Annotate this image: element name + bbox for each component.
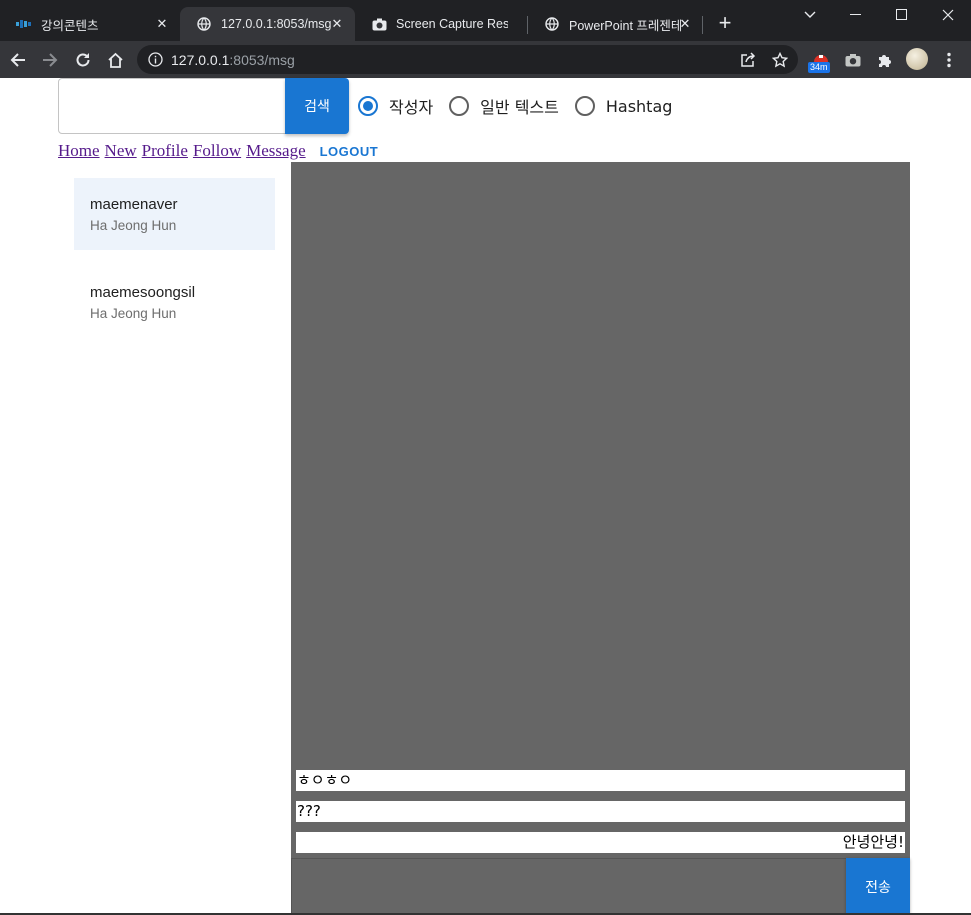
nav-link-follow[interactable]: Follow xyxy=(193,141,241,161)
search-input[interactable] xyxy=(58,78,286,134)
minimize-icon[interactable] xyxy=(833,0,879,30)
conversation-display-name: Ha Jeong Hun xyxy=(90,306,177,321)
extension-badge: 34m xyxy=(808,62,830,73)
tab-title: 127.0.0.1:8053/msg xyxy=(221,17,332,31)
close-icon[interactable]: ✕ xyxy=(677,16,693,32)
radio-checked-icon[interactable] xyxy=(358,96,378,116)
search-type-radio-group: 작성자 일반 텍스트 Hashtag xyxy=(358,94,688,118)
conversation-display-name: Ha Jeong Hun xyxy=(90,218,177,233)
tab-title: PowerPoint 프레젠테 xyxy=(569,18,681,33)
forward-icon[interactable] xyxy=(37,47,63,73)
menu-dots-icon[interactable] xyxy=(938,49,960,71)
search-button[interactable]: 검색 xyxy=(285,78,349,134)
globe-icon xyxy=(196,16,212,32)
conversation-item[interactable]: maemenaver Ha Jeong Hun xyxy=(74,178,275,250)
radio-plain-text[interactable]: 일반 텍스트 xyxy=(449,94,559,118)
chat-panel: ㅎㅇㅎㅇ ??? 안녕안녕! 전송 xyxy=(291,162,910,915)
info-icon[interactable] xyxy=(148,52,163,67)
tab-title: 강의콘텐츠 xyxy=(41,18,99,33)
radio-label: 작성자 xyxy=(389,98,434,117)
globe-icon xyxy=(544,16,560,32)
url-text: 127.0.0.1:8053/msg xyxy=(171,52,295,68)
home-icon[interactable] xyxy=(102,47,128,73)
tab-divider xyxy=(702,16,703,34)
conversation-item[interactable]: maemesoongsil Ha Jeong Hun xyxy=(74,266,275,338)
back-icon[interactable] xyxy=(5,47,31,73)
url-path: :8053/msg xyxy=(229,52,295,68)
radio-unchecked-icon[interactable] xyxy=(574,96,595,116)
new-tab-button[interactable]: + xyxy=(713,12,737,36)
site-favicon xyxy=(16,16,32,32)
conversation-username: maemenaver xyxy=(90,196,178,213)
nav-link-new[interactable]: New xyxy=(105,141,137,161)
radio-author[interactable]: 작성자 xyxy=(358,94,433,118)
tab-search-icon[interactable] xyxy=(787,0,833,30)
browser-tab-3[interactable]: Screen Capture Resu xyxy=(355,7,527,41)
tab-title: Screen Capture Resu xyxy=(396,17,508,31)
message-input[interactable] xyxy=(291,858,846,915)
close-icon[interactable]: ✕ xyxy=(329,16,345,32)
browser-tab-2[interactable]: 127.0.0.1:8053/msg ✕ xyxy=(180,7,355,41)
nav-link-profile[interactable]: Profile xyxy=(142,141,188,161)
radio-hashtag[interactable]: Hashtag xyxy=(574,96,673,116)
browser-tab-4[interactable]: PowerPoint 프레젠테 ✕ xyxy=(528,7,703,41)
reload-icon[interactable] xyxy=(70,47,96,73)
close-icon[interactable]: ✕ xyxy=(154,16,170,32)
camera-icon xyxy=(371,16,387,32)
maximize-icon[interactable] xyxy=(879,0,925,30)
message-received: ??? xyxy=(296,801,905,822)
message-sent: 안녕안녕! xyxy=(296,832,905,853)
puzzle-icon[interactable] xyxy=(874,49,896,71)
browser-tab-strip: 강의콘텐츠 ✕ 127.0.0.1:8053/msg ✕ Screen Capt… xyxy=(0,0,971,41)
bookmark-star-icon[interactable] xyxy=(771,51,789,69)
conversation-username: maemesoongsil xyxy=(90,284,196,301)
radio-unchecked-icon[interactable] xyxy=(449,96,470,116)
browser-tab-1[interactable]: 강의콘텐츠 ✕ xyxy=(0,7,180,41)
browser-toolbar: 127.0.0.1:8053/msg 34m xyxy=(0,41,971,78)
url-host: 127.0.0.1 xyxy=(171,52,230,68)
radio-label: Hashtag xyxy=(605,96,673,116)
main-nav: Home New Profile Follow Message LOGOUT xyxy=(58,141,378,161)
address-bar[interactable]: 127.0.0.1:8053/msg xyxy=(137,45,798,74)
logout-button[interactable]: LOGOUT xyxy=(320,144,379,159)
nav-link-message[interactable]: Message xyxy=(246,141,305,161)
message-received: ㅎㅇㅎㅇ xyxy=(296,770,905,791)
profile-avatar[interactable] xyxy=(906,48,928,70)
radio-label: 일반 텍스트 xyxy=(480,98,559,117)
conversation-list: maemenaver Ha Jeong Hun maemesoongsil Ha… xyxy=(74,178,275,354)
close-window-icon[interactable] xyxy=(925,0,971,30)
send-button[interactable]: 전송 xyxy=(846,858,910,915)
share-icon[interactable] xyxy=(739,51,757,69)
nav-link-home[interactable]: Home xyxy=(58,141,100,161)
camera-icon[interactable] xyxy=(842,49,864,71)
